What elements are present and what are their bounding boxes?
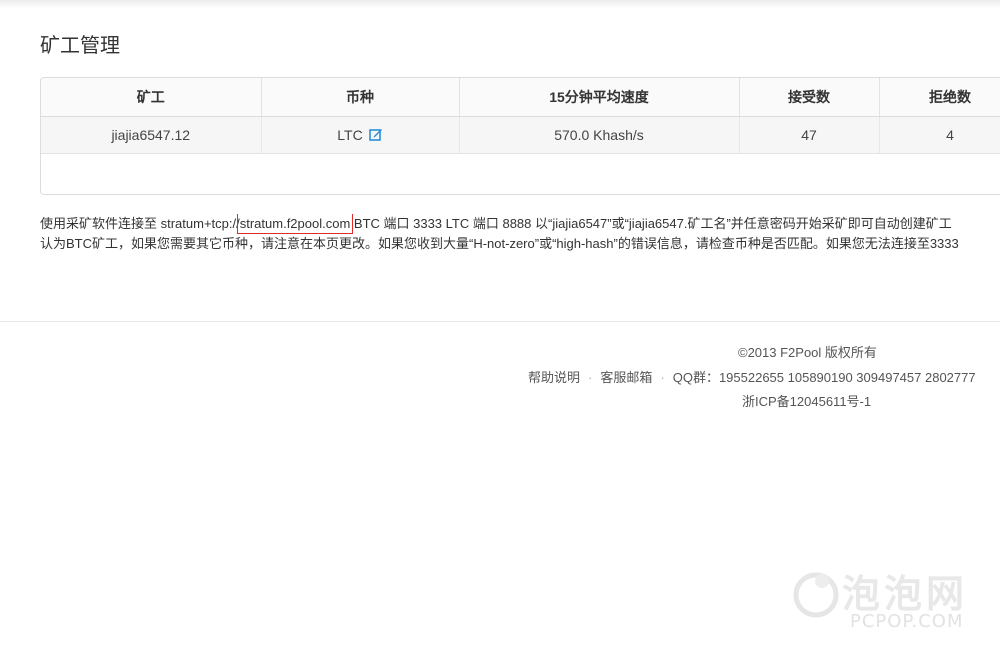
icp-license: 浙ICP备12045611号-1	[742, 394, 872, 409]
worker-name-cell: jiajia6547.12	[41, 116, 262, 154]
stratum-url-link[interactable]: stratum.f2pool.com	[236, 214, 354, 234]
footer-divider	[0, 321, 1000, 322]
footer-separator: ·	[660, 370, 665, 385]
speed-cell: 570.0 Khash/s	[459, 116, 740, 154]
instructions-line-1: 使用采矿软件连接至 stratum+tcp://stratum.f2pool.c…	[40, 214, 1000, 234]
table-row: jiajia6547.12 LTC 570.0 Khash/s 47 4	[41, 116, 1000, 154]
watermark: 泡泡网 PCPOP.COM	[790, 563, 990, 633]
instructions-prefix: 使用采矿软件连接至 stratum+tcp://	[40, 216, 240, 231]
column-header-worker[interactable]: 矿工	[41, 78, 262, 117]
instructions-line-2: 认为BTC矿工，如果您需要其它币种，请注意在本页更改。如果您收到大量“H-not…	[40, 236, 959, 251]
copyright-text: ©2013 F2Pool 版权所有	[738, 345, 877, 360]
footer-links: 帮助说明 · 客服邮箱 · QQ群：195522655 105890190 309497…	[528, 367, 976, 386]
page-title: 矿工管理	[40, 35, 120, 57]
footer-separator: ·	[588, 370, 593, 385]
support-email-link[interactable]: 客服邮箱	[600, 370, 652, 385]
coin-cell: LTC	[261, 116, 460, 154]
qq-groups-text: QQ群：195522655 105890190 309497457 280277…	[672, 370, 976, 385]
top-bar	[0, 0, 1000, 8]
accepted-cell: 47	[739, 116, 880, 154]
column-header-speed[interactable]: 15分钟平均速度	[459, 78, 740, 117]
help-link[interactable]: 帮助说明	[528, 370, 580, 385]
column-header-rejected[interactable]: 拒绝数	[879, 78, 1000, 117]
pcpop-logo-icon	[793, 572, 839, 618]
column-header-accepted[interactable]: 接受数	[739, 78, 880, 117]
watermark-domain: PCPOP.COM	[850, 611, 964, 632]
rejected-cell: 4	[879, 116, 1000, 154]
edit-icon[interactable]	[368, 128, 383, 142]
instructions-suffix: BTC 端口 3333 LTC 端口 8888 以“jiajia6547”或“j…	[350, 216, 952, 231]
miner-table-panel: 矿工 币种 15分钟平均速度 接受数 拒绝数 jiajia6547.12 LTC…	[40, 77, 1000, 195]
table-header-row: 矿工 币种 15分钟平均速度 接受数 拒绝数	[41, 78, 1000, 117]
coin-label: LTC	[337, 127, 363, 143]
watermark-name: 泡泡网	[842, 572, 969, 616]
connection-instructions: 使用采矿软件连接至 stratum+tcp://stratum.f2pool.c…	[40, 214, 1000, 254]
miner-table: 矿工 币种 15分钟平均速度 接受数 拒绝数 jiajia6547.12 LTC…	[41, 78, 1000, 154]
column-header-coin[interactable]: 币种	[261, 78, 460, 117]
